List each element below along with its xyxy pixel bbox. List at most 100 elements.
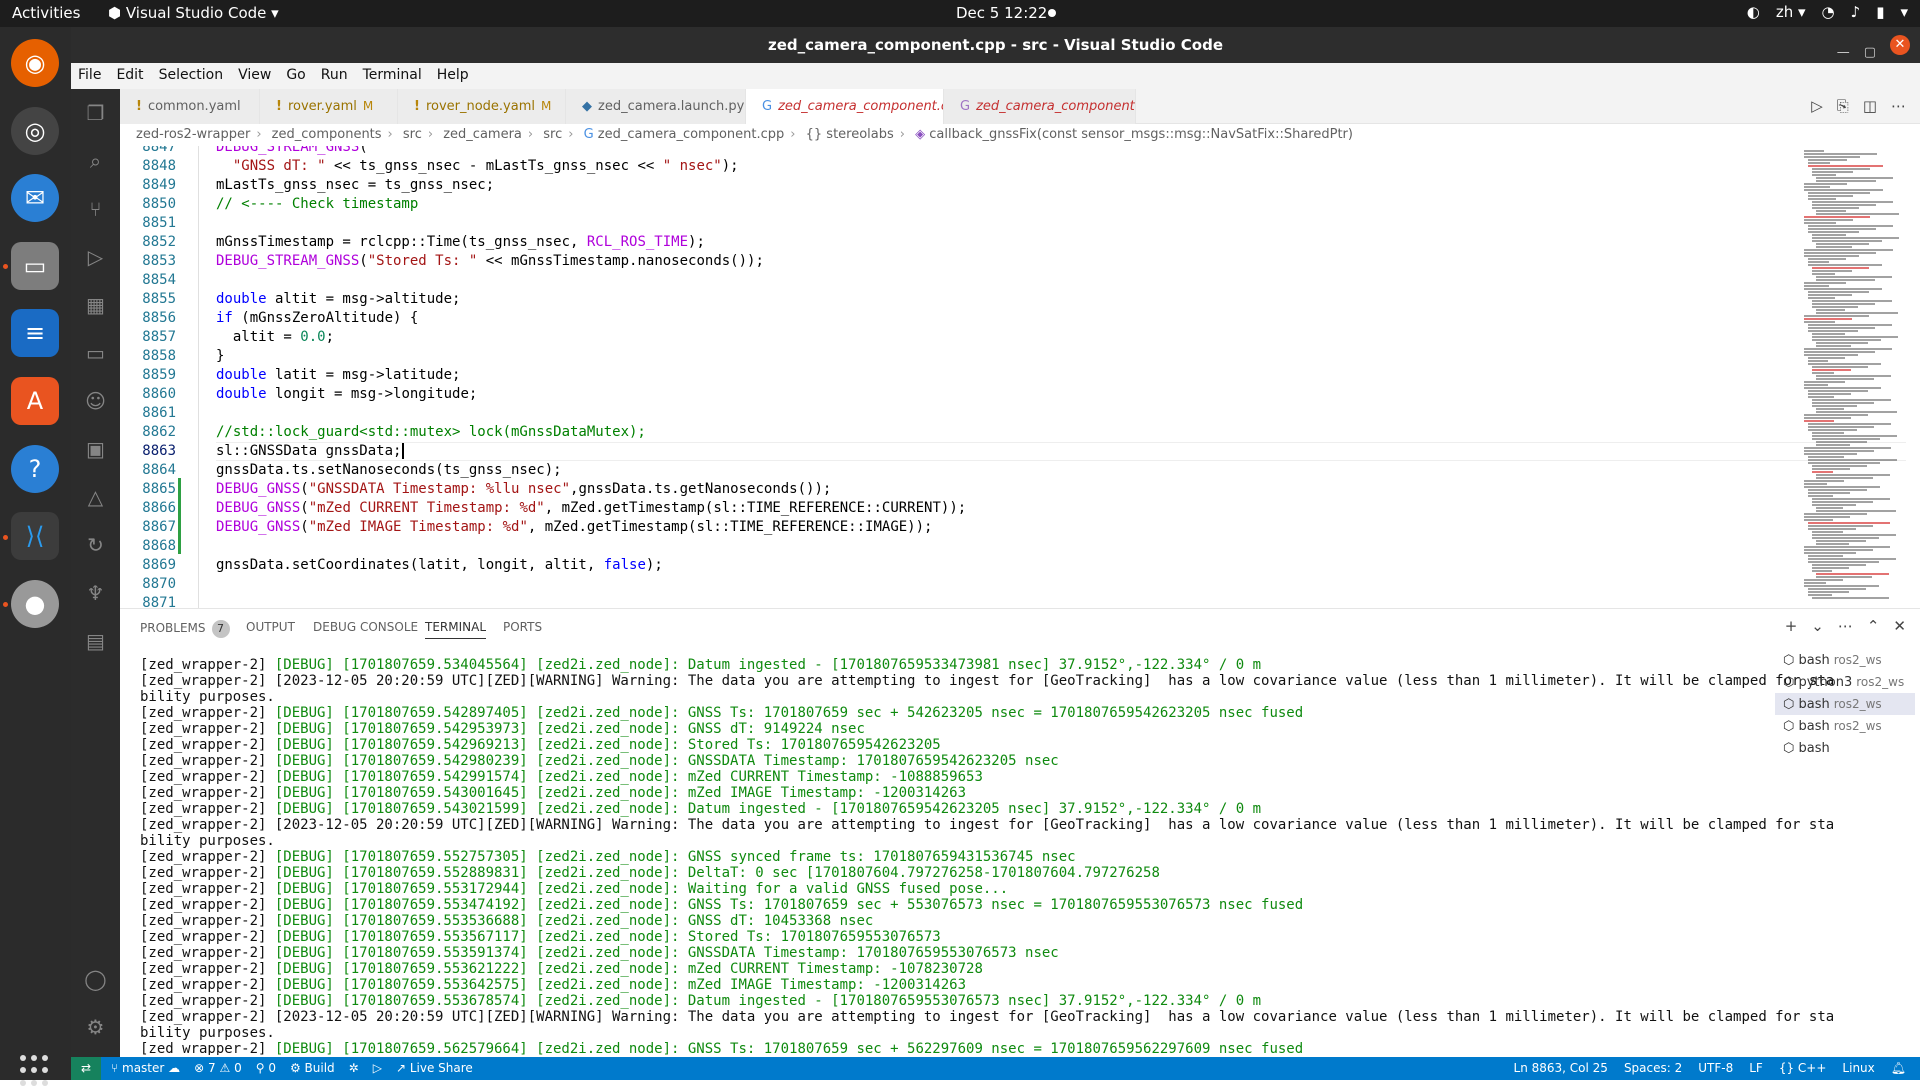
terminal-output[interactable]: [zed_wrapper-2] [DEBUG] [1701807659.5340…: [140, 657, 1870, 1055]
git-branch[interactable]: ⑂ master ☁: [111, 1057, 180, 1080]
files-icon[interactable]: ▭: [11, 242, 59, 290]
code-line[interactable]: [216, 594, 1906, 608]
app-menu[interactable]: ⬢ Visual Studio Code ▾: [108, 4, 279, 22]
code-line[interactable]: altit = 0.0;: [216, 328, 1906, 347]
show-apps-icon[interactable]: [20, 1055, 52, 1087]
tab-zed-camera-component-cpp[interactable]: Gzed_camera_component.cpp3✕: [746, 89, 944, 124]
menu-go[interactable]: Go: [279, 63, 313, 89]
code-line[interactable]: [216, 404, 1906, 423]
input-method-icon[interactable]: ◐: [1747, 3, 1760, 21]
menu-selection[interactable]: Selection: [152, 63, 232, 89]
platform[interactable]: Linux: [1842, 1057, 1874, 1080]
breadcrumb-item[interactable]: zed_components: [272, 127, 382, 142]
tab-zed-camera-launch-py[interactable]: ◆ zed_camera.launch.py: [566, 89, 746, 124]
breadcrumb-item[interactable]: callback_gnssFix(const sensor_msgs::msg:…: [929, 127, 1353, 142]
code-text[interactable]: DEBUG_STREAM_GNSS( "GNSS dT: " << ts_gns…: [216, 146, 1906, 608]
encoding[interactable]: UTF-8: [1698, 1057, 1733, 1080]
run-icon[interactable]: ▷: [1811, 89, 1823, 124]
code-editor[interactable]: 8847 8848 8849 8850 8851 8852 8853 8854 8855 8856…: [120, 146, 1920, 608]
cursor-position[interactable]: Ln 8863, Col 25: [1514, 1057, 1608, 1080]
terminal-instance[interactable]: ⬡ bash ros2_ws: [1775, 693, 1915, 715]
thunderbird-icon[interactable]: ✉: [11, 174, 59, 222]
maximize-panel-icon[interactable]: ⌃: [1867, 617, 1880, 635]
code-line[interactable]: if (mGnssZeroAltitude) {: [216, 309, 1906, 328]
battery-icon[interactable]: ▮: [1876, 3, 1884, 21]
breadcrumb-item[interactable]: zed_camera_component.cpp: [598, 127, 785, 142]
search-icon[interactable]: ⌕: [83, 149, 108, 174]
firefox-icon[interactable]: ◉: [11, 39, 59, 87]
breadcrumb-item[interactable]: src: [403, 127, 422, 142]
breadcrumb-item[interactable]: {} stereolabs: [806, 127, 894, 142]
settings-gear-icon[interactable]: ⚙: [83, 1015, 108, 1040]
language-mode[interactable]: {} C++: [1779, 1057, 1827, 1080]
code-line[interactable]: DEBUG_GNSS("GNSSDATA Timestamp: %llu nse…: [216, 480, 1906, 499]
menu-file[interactable]: File: [71, 63, 109, 89]
new-terminal-icon[interactable]: +: [1785, 617, 1798, 635]
clock[interactable]: Dec 5 12:22: [956, 4, 1047, 22]
code-line[interactable]: DEBUG_STREAM_GNSS("Stored Ts: " << mGnss…: [216, 252, 1906, 271]
chat-icon[interactable]: ▣: [83, 437, 108, 462]
code-line[interactable]: [216, 271, 1906, 290]
code-line[interactable]: double latit = msg->latitude;: [216, 366, 1906, 385]
system-tray[interactable]: ◐ zh ▾ ◔ ♪ ▮ ▾: [1747, 3, 1908, 21]
code-line[interactable]: DEBUG_GNSS("mZed CURRENT Timestamp: %d",…: [216, 499, 1906, 518]
build-button[interactable]: ⚙ Build: [290, 1057, 335, 1080]
menu-terminal[interactable]: Terminal: [356, 63, 430, 89]
notifications-icon[interactable]: 🔔︎: [1891, 1057, 1906, 1080]
disc-icon[interactable]: ●: [11, 580, 59, 628]
code-line[interactable]: // <---- Check timestamp: [216, 195, 1906, 214]
volume-icon[interactable]: ♪: [1851, 3, 1861, 21]
code-line[interactable]: [216, 575, 1906, 594]
indentation[interactable]: Spaces: 2: [1624, 1057, 1682, 1080]
remote-indicator-icon[interactable]: ⇄: [71, 1057, 101, 1080]
remote-explorer-icon[interactable]: ▭: [83, 341, 108, 366]
tab-output[interactable]: OUTPUT: [246, 620, 295, 634]
run-icon[interactable]: ▷: [373, 1057, 382, 1080]
terminal-instance[interactable]: ⬡ python3 ros2_ws: [1775, 671, 1915, 693]
activities-button[interactable]: Activities: [12, 4, 80, 22]
code-line[interactable]: gnssData.setCoordinates(latit, longit, a…: [216, 556, 1906, 575]
more-actions-icon[interactable]: ⋯: [1838, 617, 1853, 635]
breadcrumb-item[interactable]: zed_camera: [443, 127, 522, 142]
tab-zed-camera-component-hpp[interactable]: Gzed_camera_component.hpp4: [944, 89, 1136, 124]
source-control-icon[interactable]: ⑂: [83, 197, 108, 222]
tab-ports[interactable]: PORTS: [503, 620, 542, 634]
explorer-icon[interactable]: ❐: [83, 101, 108, 126]
live-share-icon[interactable]: ↻: [83, 533, 108, 558]
problems-status[interactable]: ⊗ 7 ⚠ 0: [194, 1057, 242, 1080]
breadcrumb-item[interactable]: zed-ros2-wrapper: [136, 127, 250, 142]
terminal-instance[interactable]: ⬡ bash: [1775, 737, 1915, 759]
split-editor-icon[interactable]: ◫: [1863, 89, 1877, 124]
ports-status[interactable]: ⚲ 0: [256, 1057, 276, 1080]
menu-help[interactable]: Help: [430, 63, 477, 89]
code-line[interactable]: }: [216, 347, 1906, 366]
rhythmbox-icon[interactable]: ◎: [11, 107, 59, 155]
debug-icon[interactable]: ✲: [349, 1057, 359, 1080]
code-line[interactable]: gnssData.ts.setNanoseconds(ts_gnss_nsec)…: [216, 461, 1906, 480]
close-window-icon[interactable]: ✕: [1890, 35, 1910, 55]
code-line[interactable]: mLastTs_gnss_nsec = ts_gnss_nsec;: [216, 176, 1906, 195]
accounts-icon[interactable]: ◯: [83, 967, 108, 992]
help-icon[interactable]: ?: [11, 445, 59, 493]
code-line[interactable]: [216, 214, 1906, 233]
run-debug-icon[interactable]: ▷: [83, 245, 108, 270]
code-line[interactable]: [216, 537, 1906, 556]
compare-icon[interactable]: ⎘: [1837, 89, 1849, 124]
language-indicator[interactable]: zh ▾: [1776, 3, 1806, 21]
extensions-icon[interactable]: ▦: [83, 293, 108, 318]
code-line[interactable]: DEBUG_STREAM_GNSS(: [216, 146, 1906, 157]
tab-problems[interactable]: PROBLEMS 7: [140, 620, 230, 638]
app-center-icon[interactable]: A: [11, 377, 59, 425]
live-share-button[interactable]: ↗ Live Share: [396, 1057, 473, 1080]
cmake-icon[interactable]: △: [83, 485, 108, 510]
terminal-dropdown-icon[interactable]: ⌄: [1811, 617, 1824, 635]
terminal-instance[interactable]: ⬡ bash ros2_ws: [1775, 649, 1915, 671]
close-panel-icon[interactable]: ✕: [1893, 617, 1906, 635]
code-line[interactable]: double longit = msg->longitude;: [216, 385, 1906, 404]
menu-run[interactable]: Run: [314, 63, 356, 89]
code-line[interactable]: mGnssTimestamp = rclcpp::Time(ts_gnss_ns…: [216, 233, 1906, 252]
tab-rover-yaml[interactable]: ! rover.yaml M: [260, 89, 398, 124]
code-line[interactable]: DEBUG_GNSS("mZed IMAGE Timestamp: %d", m…: [216, 518, 1906, 537]
line-ending[interactable]: LF: [1749, 1057, 1763, 1080]
more-actions-icon[interactable]: ⋯: [1891, 89, 1906, 124]
